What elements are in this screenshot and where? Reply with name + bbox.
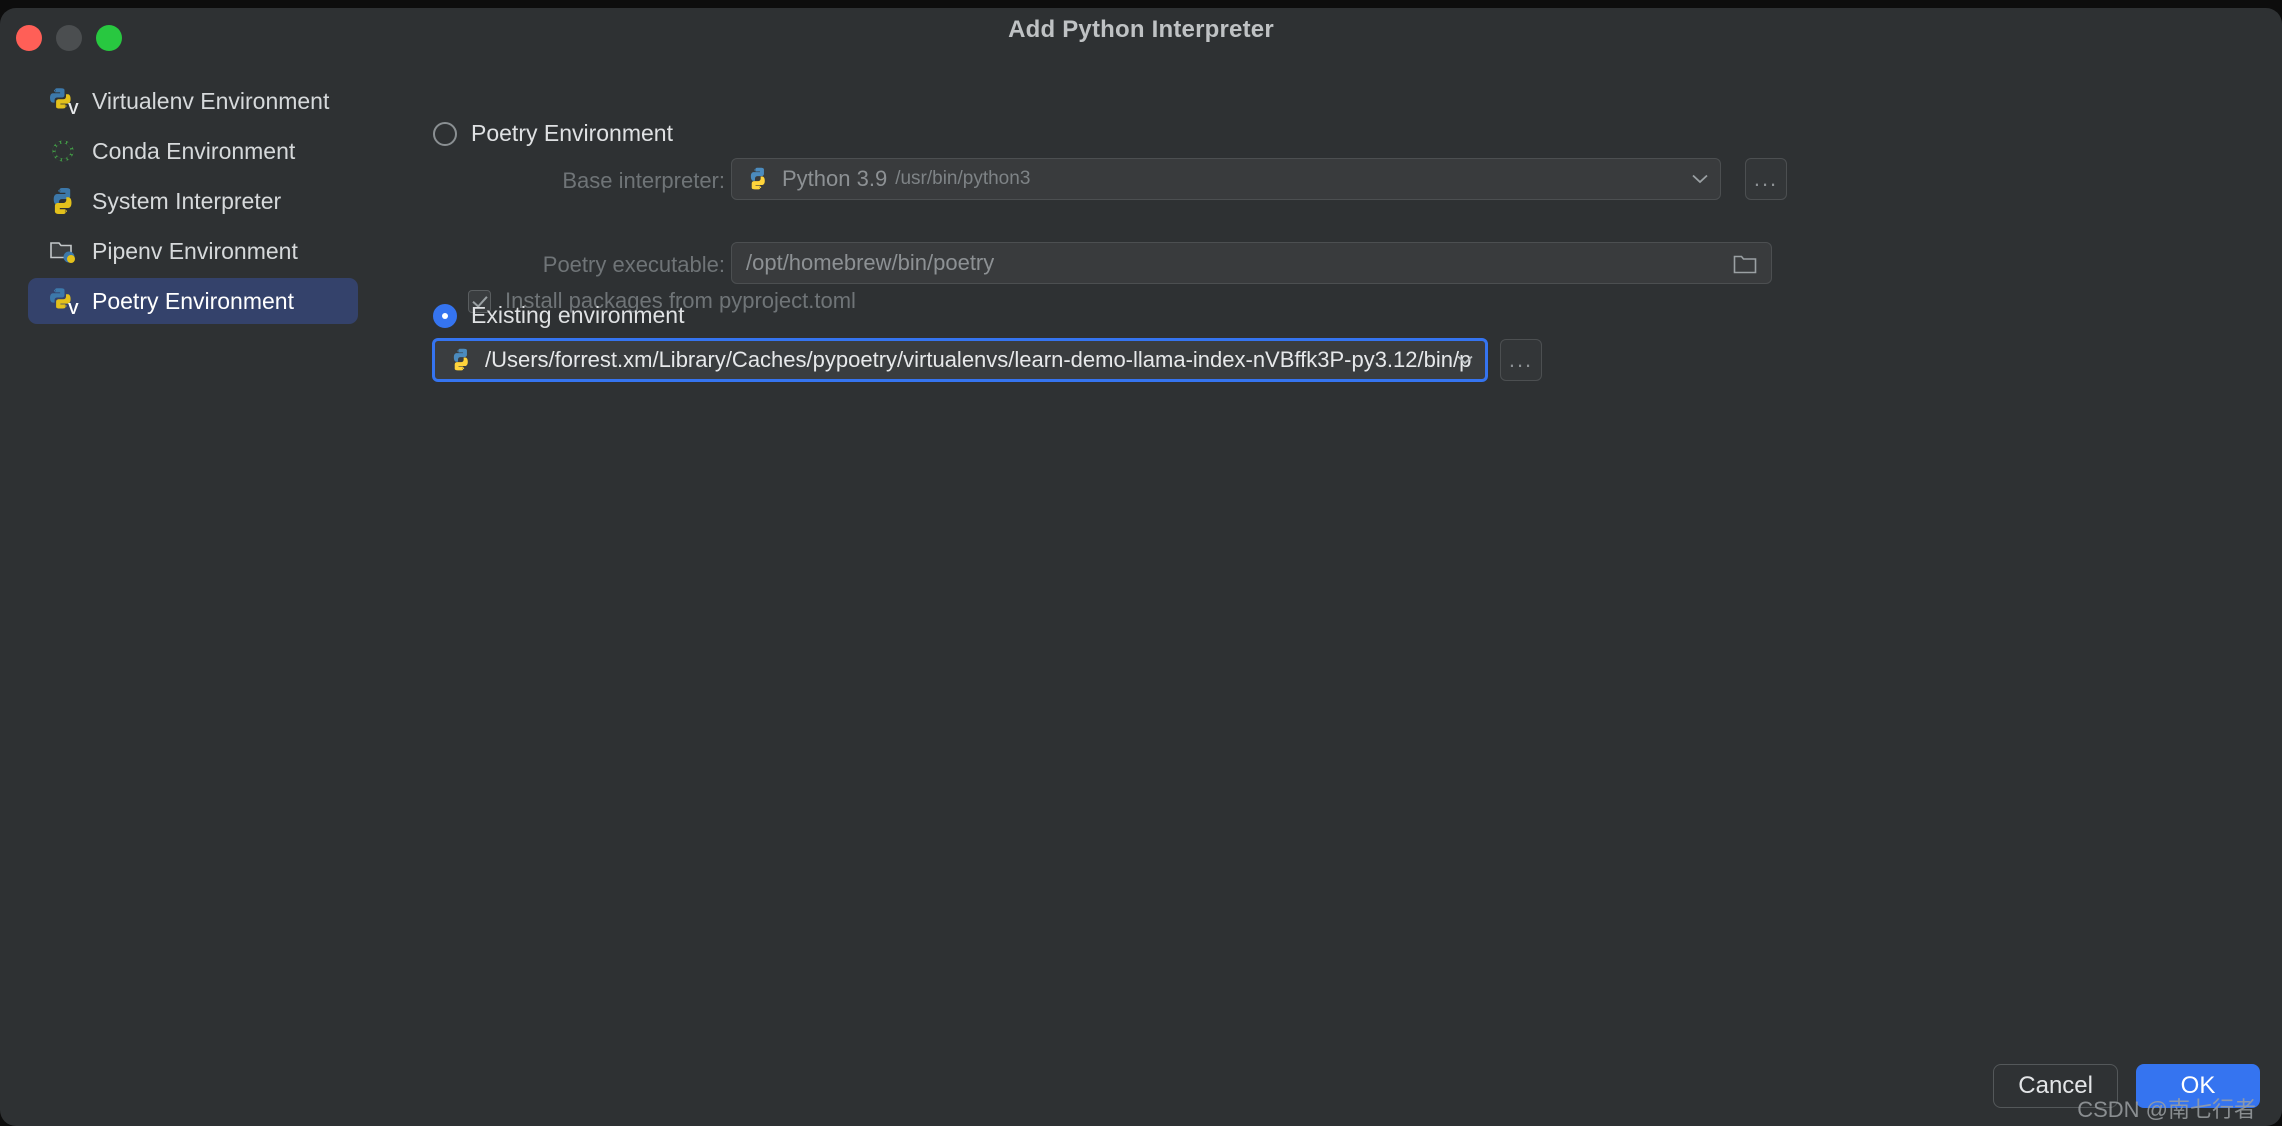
sidebar-item-conda-environment[interactable]: Conda Environment <box>28 128 358 174</box>
environment-type-sidebar: V Virtualenv Environment Conda Environme… <box>0 78 420 378</box>
poetry-executable-field[interactable]: /opt/homebrew/bin/poetry <box>731 242 1772 284</box>
base-interpreter-field[interactable]: Python 3.9 /usr/bin/python3 <box>731 158 1721 200</box>
chevron-down-icon[interactable] <box>1457 355 1473 365</box>
sidebar-item-poetry-environment[interactable]: V Poetry Environment <box>28 278 358 324</box>
existing-environment-radio[interactable] <box>433 303 457 328</box>
base-interpreter-value: Python 3.9 <box>782 166 888 191</box>
sidebar-item-system-interpreter[interactable]: System Interpreter <box>28 178 358 224</box>
sidebar-item-label: Virtualenv Environment <box>92 87 330 114</box>
sidebar-item-label: System Interpreter <box>92 187 282 214</box>
poetry-executable-label: Poetry executable: <box>542 252 725 277</box>
existing-environment-radio-label: Existing environment <box>471 302 685 328</box>
sidebar-item-label: Conda Environment <box>92 137 296 164</box>
add-python-interpreter-dialog: Add Python Interpreter V Virtualenv Envi… <box>0 8 2282 1126</box>
folder-python-icon <box>50 242 75 263</box>
chevron-down-icon[interactable] <box>1692 174 1708 184</box>
svg-text:V: V <box>68 101 79 116</box>
title-bar: Add Python Interpreter <box>0 8 2282 60</box>
page-title: Add Python Interpreter <box>1008 16 1274 43</box>
sidebar-item-virtualenv-environment[interactable]: V Virtualenv Environment <box>28 78 358 124</box>
folder-icon[interactable] <box>1733 253 1757 275</box>
interpreter-settings-pane: Poetry Environment Base interpreter: Pyt… <box>420 60 2282 1126</box>
poetry-executable-value: /opt/homebrew/bin/poetry <box>746 250 995 275</box>
base-interpreter-label: Base interpreter: <box>562 168 725 193</box>
sidebar-item-label: Pipenv Environment <box>92 237 298 264</box>
base-interpreter-browse-button[interactable]: ... <box>1745 158 1787 200</box>
base-interpreter-path: /usr/bin/python3 <box>895 168 1031 189</box>
python-icon <box>750 167 765 190</box>
interpreter-browse-button[interactable]: ... <box>1500 339 1542 381</box>
poetry-environment-radio-row[interactable]: Poetry Environment <box>433 120 673 147</box>
poetry-environment-radio-label: Poetry Environment <box>471 120 673 146</box>
existing-environment-radio-row[interactable]: Existing environment <box>433 302 685 329</box>
interpreter-value: /Users/forrest.xm/Library/Caches/pypoetr… <box>485 347 1471 372</box>
python-poetry-icon: V <box>50 288 79 316</box>
python-icon <box>53 188 72 214</box>
watermark: CSDN @南七行者 <box>2077 1097 2256 1122</box>
sidebar-item-label: Poetry Environment <box>92 287 294 314</box>
sidebar-item-pipenv-environment[interactable]: Pipenv Environment <box>28 228 358 274</box>
python-virtualenv-icon: V <box>50 88 79 116</box>
poetry-environment-radio[interactable] <box>433 121 457 146</box>
svg-text:V: V <box>68 301 79 316</box>
python-icon <box>453 348 468 371</box>
interpreter-field[interactable]: /Users/forrest.xm/Library/Caches/pypoetr… <box>432 338 1488 382</box>
conda-ring-icon <box>52 140 74 162</box>
